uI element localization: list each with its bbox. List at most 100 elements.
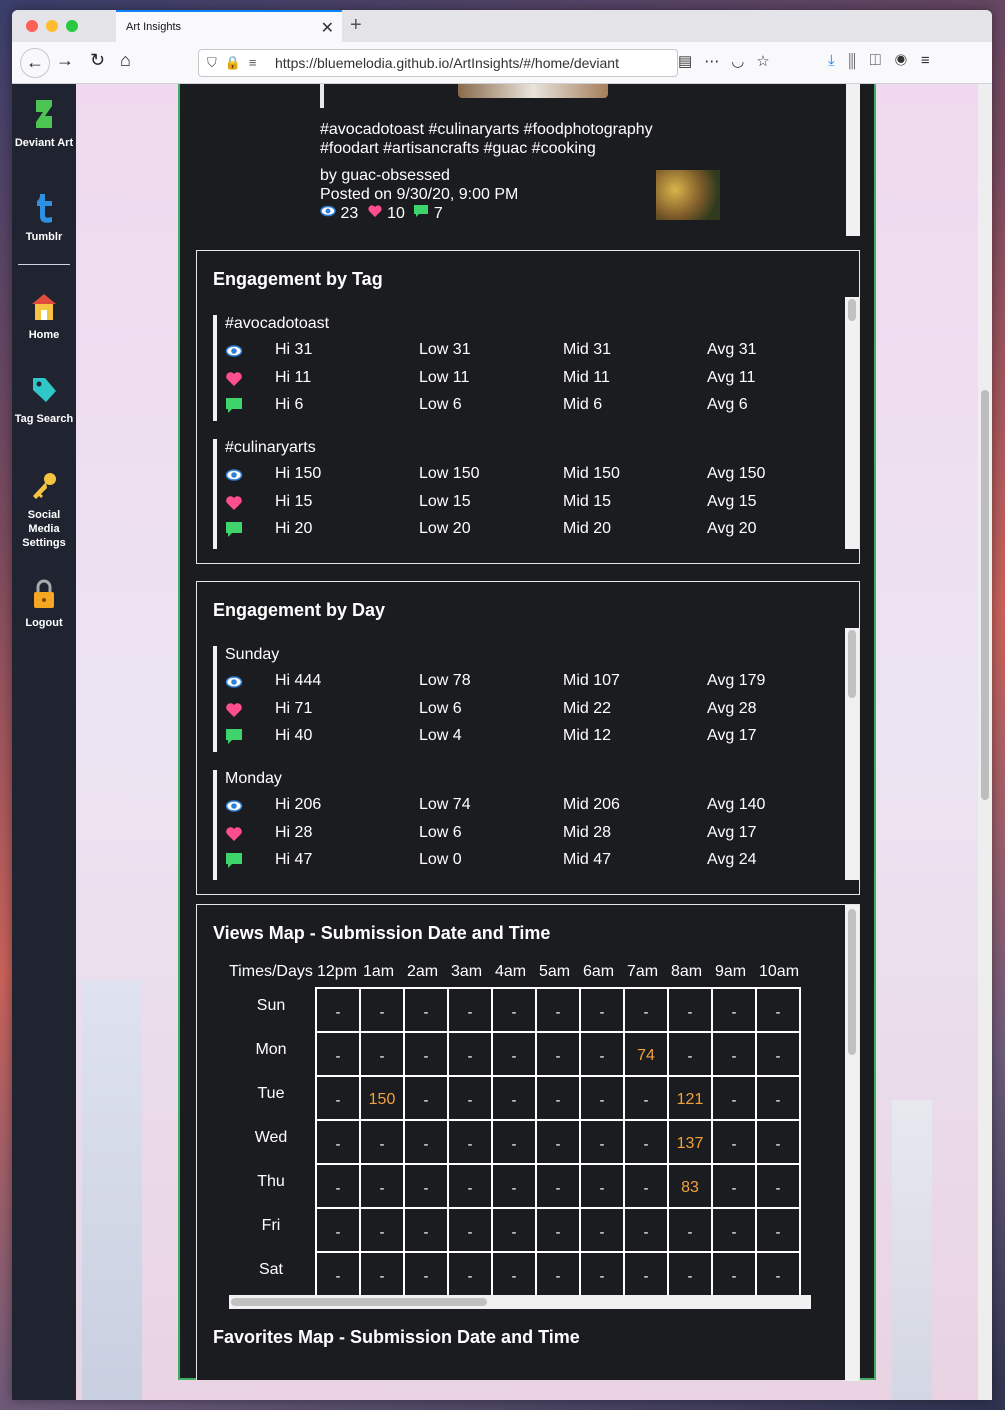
pocket-icon[interactable]: ◡: [731, 53, 756, 70]
time-header: 9am: [715, 963, 747, 980]
tab-art-insights[interactable]: Art Insights ✕: [116, 10, 342, 42]
grid-cell: -: [403, 1163, 449, 1209]
site-info-icon[interactable]: ⛉🔒≡: [207, 55, 265, 71]
time-header: 3am: [451, 963, 483, 980]
grid-cell: -: [755, 1075, 801, 1121]
hi-value: Hi 31: [275, 341, 313, 358]
sidebar-item-home[interactable]: Home: [12, 290, 76, 342]
grid-cell: -: [315, 1075, 361, 1121]
downloads-icon[interactable]: ⤓: [828, 52, 849, 69]
grid-cell: -: [667, 1207, 713, 1253]
grid-row: -150- - - - - -121- -: [315, 1075, 801, 1121]
grid-cell: -: [579, 1251, 625, 1297]
new-tab-button[interactable]: +: [350, 14, 362, 37]
menu-icon[interactable]: ≡: [921, 52, 944, 69]
grid-cell: -: [755, 1119, 801, 1165]
insights-panel: #avocadotoast #culinaryarts #foodphotogr…: [178, 84, 876, 1381]
grid-cell: -: [711, 1163, 757, 1209]
grid-row: -----------: [315, 1251, 801, 1297]
app-sidebar: Deviant Art Tumblr Home Tag Search Socia…: [12, 84, 76, 1400]
eye-icon: [320, 205, 336, 217]
library-icon[interactable]: ⫼: [849, 52, 870, 69]
corner-label: Times/Days: [229, 963, 313, 980]
grid-cell: -: [315, 1031, 361, 1077]
grid-cell: -: [755, 987, 801, 1033]
mid-value: Mid 107: [563, 672, 620, 689]
low-value: Low 6: [419, 396, 462, 413]
post-scrollbar[interactable]: [846, 84, 860, 236]
card-scrollbar[interactable]: [845, 628, 859, 880]
grid-row: - - - - - - - -83- -: [315, 1163, 801, 1209]
url-bar[interactable]: ⛉🔒≡ https://bluemelodia.github.io/ArtIns…: [198, 49, 678, 77]
grid-cell: -: [315, 1119, 361, 1165]
views-row: Hi 31 Low 31 Mid 31 Avg 31: [225, 341, 825, 363]
sidebar-item-tumblr[interactable]: Tumblr: [12, 192, 76, 244]
reload-button[interactable]: ↻: [90, 50, 105, 71]
low-value: Low 0: [419, 851, 462, 868]
grid-cell: -: [359, 1251, 405, 1297]
low-value: Low 11: [419, 369, 470, 386]
grid-cell: -: [359, 1163, 405, 1209]
toolbar-actions: ⤓⫼◫◉≡: [828, 52, 944, 69]
grid-row: - - - - - - - -137- -: [315, 1119, 801, 1165]
grid-cell: -: [447, 1119, 493, 1165]
card-scrollbar[interactable]: [845, 297, 859, 549]
grid-cell: -: [535, 1163, 581, 1209]
sidebar-item-logout[interactable]: Logout: [12, 578, 76, 630]
heart-icon: [368, 205, 382, 217]
tag-name: #culinaryarts: [225, 439, 316, 456]
close-window-button[interactable]: [26, 20, 38, 32]
url-text: https://bluemelodia.github.io/ArtInsight…: [275, 55, 619, 71]
post-stats: 23 10 7: [320, 204, 443, 223]
hi-value: Hi 15: [275, 493, 313, 510]
scrollbar-thumb[interactable]: [848, 299, 856, 321]
grid-cell: -: [359, 1207, 405, 1253]
reader-view-icon[interactable]: ▤: [678, 53, 704, 70]
maximize-window-button[interactable]: [66, 20, 78, 32]
forward-button[interactable]: →: [56, 50, 74, 71]
low-value: Low 6: [419, 700, 462, 717]
post-thumbnail[interactable]: [656, 170, 720, 220]
day-label: Thu: [257, 1173, 285, 1190]
tumblr-icon: [37, 194, 52, 223]
grid-cell: -: [359, 1031, 405, 1077]
card-title: Engagement by Tag: [213, 269, 383, 289]
scrollbar-thumb[interactable]: [848, 630, 856, 698]
sidebar-toggle-icon[interactable]: ◫: [870, 52, 895, 69]
grid-cell: -: [403, 1119, 449, 1165]
grid-cell: -: [535, 1075, 581, 1121]
sidebar-item-social-settings[interactable]: Social Media Settings: [12, 470, 76, 550]
comments-row: Hi 47 Low 0 Mid 47 Avg 24: [225, 851, 825, 873]
horizontal-scrollbar[interactable]: [229, 1295, 811, 1309]
grid-cell: -: [711, 1075, 757, 1121]
grid-cell: -: [447, 1075, 493, 1121]
scrollbar-thumb[interactable]: [848, 909, 856, 1055]
eye-icon: [225, 676, 243, 688]
sidebar-item-tag-search[interactable]: Tag Search: [12, 374, 76, 426]
minimize-window-button[interactable]: [46, 20, 58, 32]
grid-cell: -: [755, 1031, 801, 1077]
time-header: 6am: [583, 963, 615, 980]
page-scrollbar[interactable]: [978, 84, 992, 1400]
day-label: Fri: [261, 1217, 281, 1234]
post-tags-line2: #foodart #artisancrafts #guac #cooking: [320, 140, 596, 157]
account-icon[interactable]: ◉: [895, 52, 921, 69]
bookmark-star-icon[interactable]: ☆: [756, 53, 781, 70]
grid-cell: -: [623, 987, 669, 1033]
grid-row: -----------: [315, 1207, 801, 1253]
grid-cell: -: [579, 1207, 625, 1253]
avg-value: Avg 150: [707, 465, 766, 482]
home-icon: [32, 294, 56, 320]
tab-close-icon[interactable]: ✕: [321, 18, 334, 38]
grid-cell: -: [491, 1031, 537, 1077]
grid-cell: -: [623, 1163, 669, 1209]
card-scrollbar[interactable]: [845, 905, 859, 1381]
scrollbar-thumb[interactable]: [231, 1298, 487, 1306]
home-icon[interactable]: ⌂: [120, 50, 131, 71]
page-actions-icon[interactable]: ⋯: [704, 53, 731, 70]
sidebar-item-deviantart[interactable]: Deviant Art: [12, 98, 76, 150]
engagement-by-tag-card: Engagement by Tag #avocadotoast Hi 31 Lo…: [196, 250, 860, 564]
page-scrollbar-thumb[interactable]: [981, 390, 989, 800]
back-button[interactable]: ←: [20, 48, 50, 78]
hi-value: Hi 444: [275, 672, 322, 689]
